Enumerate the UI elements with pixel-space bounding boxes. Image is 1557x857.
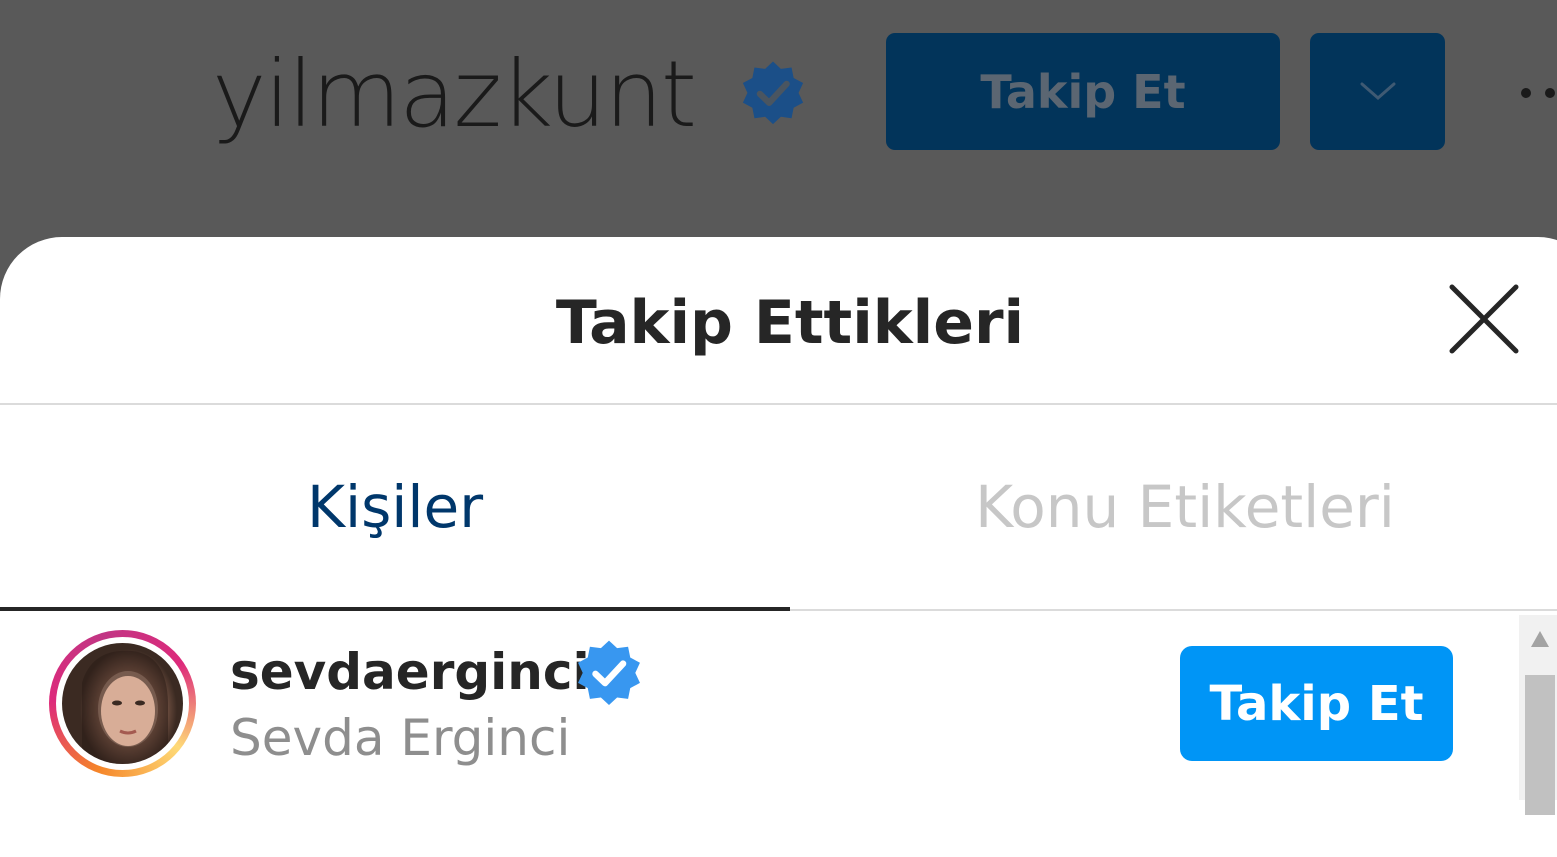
profile-username: yilmazkunt <box>212 41 697 148</box>
list-username[interactable]: sevdaerginci <box>230 640 590 704</box>
close-icon[interactable] <box>1446 281 1522 357</box>
avatar-photo <box>82 650 168 764</box>
modal-header: Takip Ettikleri <box>0 237 1557 405</box>
follow-button[interactable]: Takip Et <box>1180 646 1453 761</box>
story-ring[interactable] <box>49 630 196 777</box>
active-tab-indicator <box>0 607 790 611</box>
scrollbar[interactable] <box>1519 615 1557 815</box>
following-modal: Takip Ettikleri Kişiler Konu Etiketleri <box>0 237 1557 857</box>
scroll-up-arrow-icon[interactable] <box>1529 629 1551 649</box>
list-item: sevdaerginci Sevda Erginci Takip Et <box>0 613 1520 813</box>
modal-title: Takip Ettikleri <box>555 288 1025 358</box>
profile-follow-button[interactable]: Takip Et <box>886 33 1280 150</box>
scroll-thumb[interactable] <box>1525 675 1555 815</box>
verified-badge-icon <box>578 640 640 706</box>
profile-dropdown-button[interactable] <box>1310 33 1445 150</box>
avatar <box>62 643 183 764</box>
list-full-name: Sevda Erginci <box>230 709 571 767</box>
modal-tabs: Kişiler Konu Etiketleri <box>0 405 1557 611</box>
tab-hashtags[interactable]: Konu Etiketleri <box>790 405 1557 609</box>
verified-badge-icon <box>742 61 804 125</box>
more-options-icon[interactable] <box>1518 83 1557 103</box>
tab-people[interactable]: Kişiler <box>0 405 790 609</box>
chevron-down-icon <box>1360 82 1395 100</box>
